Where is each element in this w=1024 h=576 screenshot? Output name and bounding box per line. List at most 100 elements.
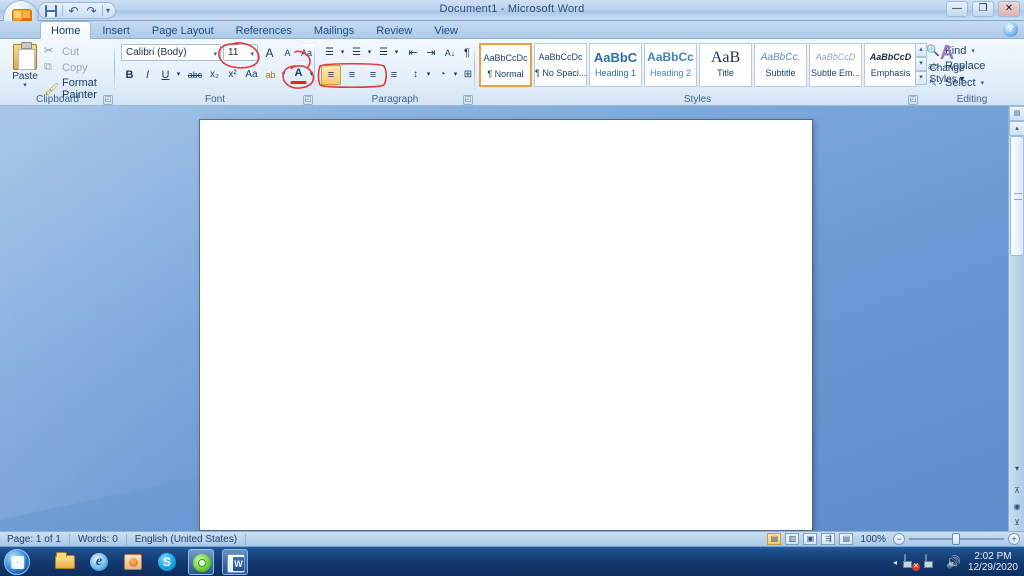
decrease-indent-button[interactable]: ⇤ (404, 43, 422, 63)
zoom-out-button[interactable]: − (893, 533, 905, 545)
clear-formatting-button[interactable]: Aa (298, 43, 315, 63)
align-center-button[interactable]: ≡ (342, 65, 362, 85)
select-browse-object-button[interactable]: ◉ (1011, 502, 1023, 514)
start-button[interactable] (4, 549, 30, 575)
align-right-button[interactable]: ≡ (363, 65, 383, 85)
multilevel-list-button[interactable]: ☰ (375, 43, 392, 63)
undo-icon[interactable]: ↶ (66, 4, 81, 18)
bullets-button[interactable]: ☰ (321, 43, 338, 63)
save-icon[interactable] (44, 4, 59, 18)
vertical-scrollbar[interactable]: ▤ ▴ ▾ ⊼ ◉ ⊻ (1008, 106, 1024, 531)
style-no-spacing[interactable]: AaBbCcDc ¶ No Spaci... (534, 43, 587, 87)
bold-button[interactable]: B (121, 65, 138, 85)
show-hidden-icons-button[interactable]: ◂ (893, 558, 897, 567)
subscript-button[interactable]: x₂ (206, 65, 223, 85)
shading-button[interactable]: ◔ (434, 65, 451, 85)
zoom-slider[interactable] (909, 533, 1004, 545)
numbering-caret-icon[interactable]: ▾ (365, 43, 374, 63)
tab-page-layout[interactable]: Page Layout (141, 21, 225, 39)
font-name-caret-icon[interactable]: ▾ (213, 50, 217, 58)
view-web-layout-button[interactable]: ▣ (803, 533, 818, 545)
font-dialog-launcher[interactable]: ◰ (303, 95, 313, 105)
show-formatting-marks-button[interactable]: ¶ (459, 43, 475, 63)
view-print-layout-button[interactable]: ▤ (767, 533, 782, 545)
style-heading-1[interactable]: AaBbC Heading 1 (589, 43, 642, 87)
align-left-button[interactable]: ≡ (321, 65, 341, 85)
previous-page-button[interactable]: ⊼ (1011, 486, 1023, 498)
shading-caret-icon[interactable]: ▾ (451, 65, 460, 85)
tab-view[interactable]: View (423, 21, 469, 39)
help-button[interactable]: ? (1003, 22, 1018, 37)
scrollbar-thumb[interactable] (1010, 136, 1024, 256)
font-size-combobox[interactable]: 11 ▾ (223, 44, 258, 61)
taskbar-disc-burner[interactable] (188, 549, 214, 575)
sort-button[interactable]: A↓ (441, 43, 459, 63)
taskbar-microsoft-word[interactable] (222, 549, 248, 575)
taskbar-windows-explorer[interactable] (52, 549, 78, 575)
line-spacing-button[interactable]: ↕ (407, 65, 424, 85)
redo-icon[interactable]: ↷ (84, 4, 99, 18)
grow-font-button[interactable]: A (261, 43, 278, 63)
clipboard-dialog-launcher[interactable]: ◰ (103, 95, 113, 105)
zoom-level[interactable]: 100% (857, 534, 889, 545)
change-case-button[interactable]: Aa (242, 65, 261, 85)
underline-button[interactable]: U (157, 65, 174, 85)
customize-qat-icon[interactable]: ▾ (106, 6, 110, 15)
styles-dialog-launcher[interactable]: ◰ (908, 95, 918, 105)
line-spacing-caret-icon[interactable]: ▾ (424, 65, 433, 85)
style-normal[interactable]: AaBbCcDc ¶ Normal (479, 43, 532, 87)
minimize-button[interactable]: — (946, 1, 968, 17)
strikethrough-button[interactable]: abc (185, 65, 205, 85)
justify-button[interactable]: ≡ (384, 65, 404, 85)
style-subtle-emphasis[interactable]: AaBbCcD Subtle Em... (809, 43, 862, 87)
change-styles-button[interactable]: A Change Styles ▾ (925, 43, 969, 91)
taskbar-windows-media-player[interactable] (120, 549, 146, 575)
superscript-button[interactable]: x² (224, 65, 241, 85)
select-caret-icon[interactable]: ▾ (981, 79, 985, 87)
clock[interactable]: 2:02 PM 12/29/2020 (968, 551, 1020, 573)
view-outline-button[interactable]: ⇶ (821, 533, 836, 545)
view-full-screen-reading-button[interactable]: ▥ (785, 533, 800, 545)
copy-button[interactable]: ⧉ Copy (44, 61, 88, 74)
taskbar-internet-explorer[interactable]: e (86, 549, 112, 575)
action-center-icon[interactable]: ✕ (903, 554, 920, 571)
zoom-slider-knob[interactable] (952, 533, 960, 545)
document-page[interactable] (199, 119, 813, 531)
tab-references[interactable]: References (225, 21, 303, 39)
bullets-caret-icon[interactable]: ▾ (338, 43, 347, 63)
restore-button[interactable]: ❐ (972, 1, 994, 17)
scroll-up-button[interactable]: ▴ (1009, 121, 1024, 136)
font-name-combobox[interactable]: Calibri (Body) ▾ (121, 44, 221, 61)
tab-mailings[interactable]: Mailings (303, 21, 365, 39)
page-indicator[interactable]: Page: 1 of 1 (5, 534, 70, 545)
increase-indent-button[interactable]: ⇥ (422, 43, 440, 63)
taskbar-skype[interactable]: S (154, 549, 180, 575)
style-heading-2[interactable]: AaBbCc Heading 2 (644, 43, 697, 87)
zoom-in-button[interactable]: + (1008, 533, 1020, 545)
paragraph-dialog-launcher[interactable]: ◰ (463, 95, 473, 105)
next-page-button[interactable]: ⊻ (1011, 518, 1023, 530)
multilevel-caret-icon[interactable]: ▾ (392, 43, 401, 63)
paste-caret-icon[interactable]: ▾ (8, 82, 42, 89)
underline-caret-icon[interactable]: ▾ (174, 65, 183, 85)
tab-review[interactable]: Review (365, 21, 423, 39)
numbering-button[interactable]: ☰ (348, 43, 365, 63)
cut-button[interactable]: ✂ Cut (44, 45, 79, 58)
tab-home[interactable]: Home (40, 21, 92, 39)
style-emphasis[interactable]: AaBbCcD Emphasis (864, 43, 917, 87)
volume-icon[interactable]: 🔊 (946, 555, 961, 569)
network-icon[interactable] (924, 554, 939, 569)
text-highlight-color-button[interactable]: ab (262, 65, 279, 85)
italic-button[interactable]: I (139, 65, 156, 85)
view-draft-button[interactable]: ▤ (839, 533, 854, 545)
highlight-caret-icon[interactable]: ▾ (279, 65, 288, 85)
ruler-toggle-button[interactable]: ▤ (1009, 106, 1024, 121)
font-size-caret-icon[interactable]: ▾ (250, 50, 254, 58)
paste-button[interactable]: Paste ▾ (8, 42, 42, 89)
scroll-down-button[interactable]: ▾ (1011, 464, 1023, 476)
language-indicator[interactable]: English (United States) (127, 534, 247, 545)
close-button[interactable]: ✕ (998, 1, 1020, 17)
tab-insert[interactable]: Insert (91, 21, 141, 39)
shrink-font-button[interactable]: A (279, 43, 296, 63)
find-caret-icon[interactable]: ▾ (971, 47, 975, 55)
